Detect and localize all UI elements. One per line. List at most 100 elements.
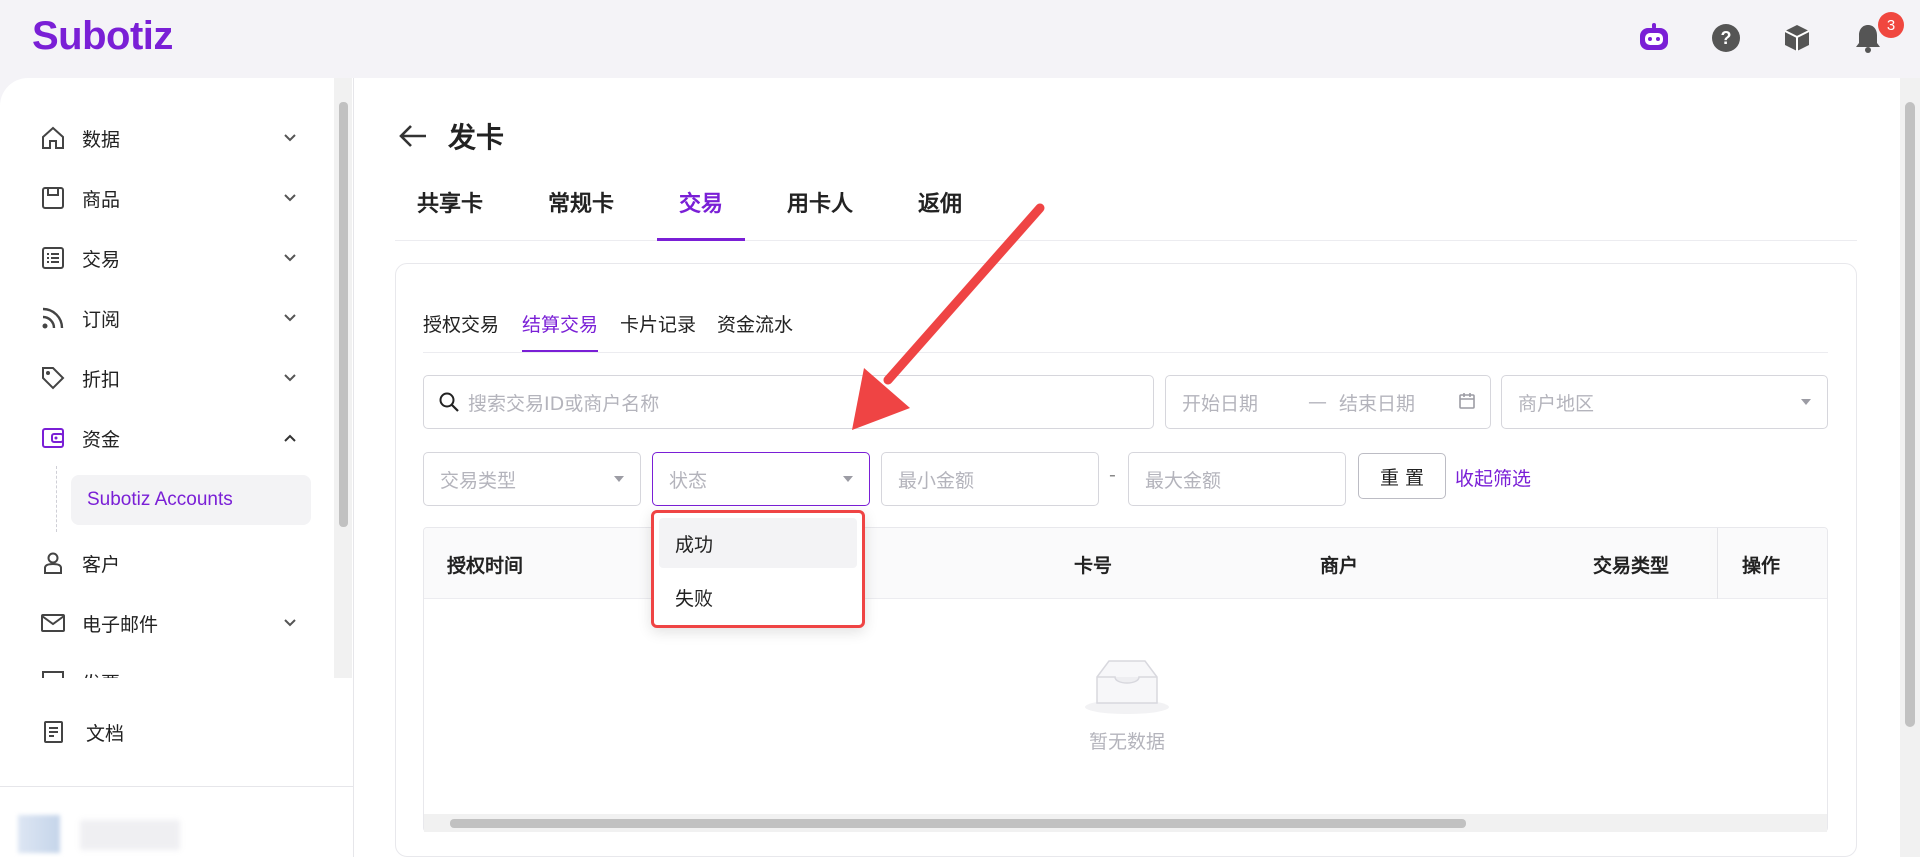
tree-line xyxy=(56,466,57,532)
fixed-column-divider xyxy=(1717,528,1718,599)
back-arrow-icon[interactable] xyxy=(396,119,430,153)
max-amount-placeholder: 最大金额 xyxy=(1145,469,1222,492)
chevron-down-icon xyxy=(280,613,300,633)
tab-cardholders[interactable]: 用卡人 xyxy=(787,186,853,218)
sidebar-item-transactions[interactable]: 交易 xyxy=(38,238,300,278)
chevron-down-icon xyxy=(280,248,300,268)
subtab-fund-flow[interactable]: 资金流水 xyxy=(717,310,793,337)
chevron-down-icon xyxy=(280,672,300,678)
store-icon xyxy=(38,183,68,213)
sidebar-item-label: 发票 xyxy=(82,669,280,679)
status-dropdown-menu: 成功 失败 xyxy=(651,510,865,628)
sidebar-item-label: 电子邮件 xyxy=(82,613,159,636)
merchant-region-select[interactable]: 商户地区 xyxy=(1501,375,1828,429)
sidebar-item-funds[interactable]: 资金 xyxy=(38,418,300,458)
min-amount-placeholder: 最小金额 xyxy=(898,469,975,492)
active-tab-indicator xyxy=(657,238,745,241)
wallet-icon xyxy=(38,423,68,453)
user-icon xyxy=(38,548,68,578)
logo[interactable]: Subotiz xyxy=(32,14,173,59)
sidebar-item-email[interactable]: 电子邮件 xyxy=(38,603,300,643)
table-scrollbar-thumb[interactable] xyxy=(450,819,1466,828)
search-icon xyxy=(438,391,460,413)
tab-regular-card[interactable]: 常规卡 xyxy=(548,186,614,218)
user-avatar[interactable] xyxy=(18,815,60,853)
date-range-separator: — xyxy=(1308,391,1327,413)
transaction-type-select[interactable]: 交易类型 xyxy=(423,452,641,506)
search-placeholder: 搜索交易ID或商户名称 xyxy=(468,392,660,415)
help-icon[interactable]: ? xyxy=(1708,20,1744,56)
rss-icon xyxy=(38,303,68,333)
date-range-picker[interactable]: 开始日期 — 结束日期 xyxy=(1165,375,1491,429)
end-date-input[interactable]: 结束日期 xyxy=(1339,389,1415,416)
sidebar-item-label: 交易 xyxy=(82,248,121,271)
sidebar-item-invoices[interactable]: 发票 xyxy=(38,662,300,678)
amount-range-separator: - xyxy=(1109,464,1116,486)
caret-down-icon xyxy=(614,476,624,482)
main-scrollbar-thumb[interactable] xyxy=(1905,102,1915,727)
collapse-filters-link[interactable]: 收起筛选 xyxy=(1455,464,1531,491)
table-header: 授权时间 卡号 商户 交易类型 操作 xyxy=(424,528,1827,599)
max-amount-input[interactable]: 最大金额 xyxy=(1128,452,1346,506)
list-icon xyxy=(38,243,68,273)
column-header-merchant: 商户 xyxy=(1320,555,1359,577)
chevron-down-icon xyxy=(280,368,300,388)
tab-shared-card[interactable]: 共享卡 xyxy=(417,186,483,218)
column-header-card-number: 卡号 xyxy=(1074,555,1113,577)
user-name xyxy=(80,820,180,850)
sidebar-clip: 发票 xyxy=(0,660,332,678)
empty-inbox-icon xyxy=(1083,655,1171,715)
chevron-up-icon xyxy=(280,428,300,448)
reset-button[interactable]: 重 置 xyxy=(1358,453,1446,499)
sidebar-subitem-subotiz-accounts[interactable]: Subotiz Accounts xyxy=(71,475,311,525)
package-icon[interactable] xyxy=(1779,20,1815,56)
subtab-card-records[interactable]: 卡片记录 xyxy=(620,310,696,337)
sidebar-scrollbar-thumb[interactable] xyxy=(339,102,348,527)
sidebar-item-label: 资金 xyxy=(82,428,121,451)
sidebar-item-label: 折扣 xyxy=(82,368,121,391)
status-placeholder: 状态 xyxy=(669,469,708,492)
invoice-icon xyxy=(38,667,68,678)
subtabs-divider xyxy=(423,352,1828,353)
subtab-settlement[interactable]: 结算交易 xyxy=(522,310,598,337)
sidebar-item-data[interactable]: 数据 xyxy=(38,118,300,158)
chevron-down-icon xyxy=(280,308,300,328)
sidebar-item-label: 数据 xyxy=(82,128,121,151)
merchant-region-placeholder: 商户地区 xyxy=(1518,392,1595,415)
status-select[interactable]: 状态 xyxy=(652,452,870,506)
caret-down-icon xyxy=(1801,399,1811,405)
notification-badge: 3 xyxy=(1878,12,1904,38)
column-header-auth-time: 授权时间 xyxy=(447,555,524,577)
page-title: 发卡 xyxy=(448,121,505,154)
sidebar-item-label: 客户 xyxy=(82,553,121,576)
sidebar-item-label: 文档 xyxy=(86,722,125,745)
transaction-type-placeholder: 交易类型 xyxy=(440,469,517,492)
robot-assistant-icon[interactable] xyxy=(1636,20,1672,56)
column-header-actions: 操作 xyxy=(1742,555,1781,577)
active-subtab-indicator xyxy=(522,350,598,352)
sidebar-item-discounts[interactable]: 折扣 xyxy=(38,358,300,398)
svg-text:?: ? xyxy=(1721,28,1732,48)
status-option-failed[interactable]: 失败 xyxy=(659,572,857,622)
mail-icon xyxy=(38,608,68,638)
home-icon xyxy=(38,123,68,153)
sidebar-item-label: 商品 xyxy=(82,188,121,211)
document-icon xyxy=(38,717,68,747)
sidebar-item-customers[interactable]: 客户 xyxy=(38,543,300,583)
sidebar-item-subscriptions[interactable]: 订阅 xyxy=(38,298,300,338)
sidebar-divider xyxy=(0,786,354,787)
caret-down-icon xyxy=(843,476,853,482)
start-date-input[interactable]: 开始日期 xyxy=(1182,389,1294,416)
subtab-authorization[interactable]: 授权交易 xyxy=(423,310,499,337)
tabs-divider xyxy=(395,240,1857,241)
search-input[interactable]: 搜索交易ID或商户名称 xyxy=(423,375,1154,429)
min-amount-input[interactable]: 最小金额 xyxy=(881,452,1099,506)
tab-commission[interactable]: 返佣 xyxy=(918,186,962,218)
tag-icon xyxy=(38,363,68,393)
tab-transactions[interactable]: 交易 xyxy=(679,186,723,218)
status-option-success[interactable]: 成功 xyxy=(659,518,857,568)
empty-state-text: 暂无数据 xyxy=(1089,731,1166,753)
calendar-icon xyxy=(1458,392,1476,415)
sidebar-item-docs[interactable]: 文档 xyxy=(38,712,300,752)
sidebar-item-products[interactable]: 商品 xyxy=(38,178,300,218)
